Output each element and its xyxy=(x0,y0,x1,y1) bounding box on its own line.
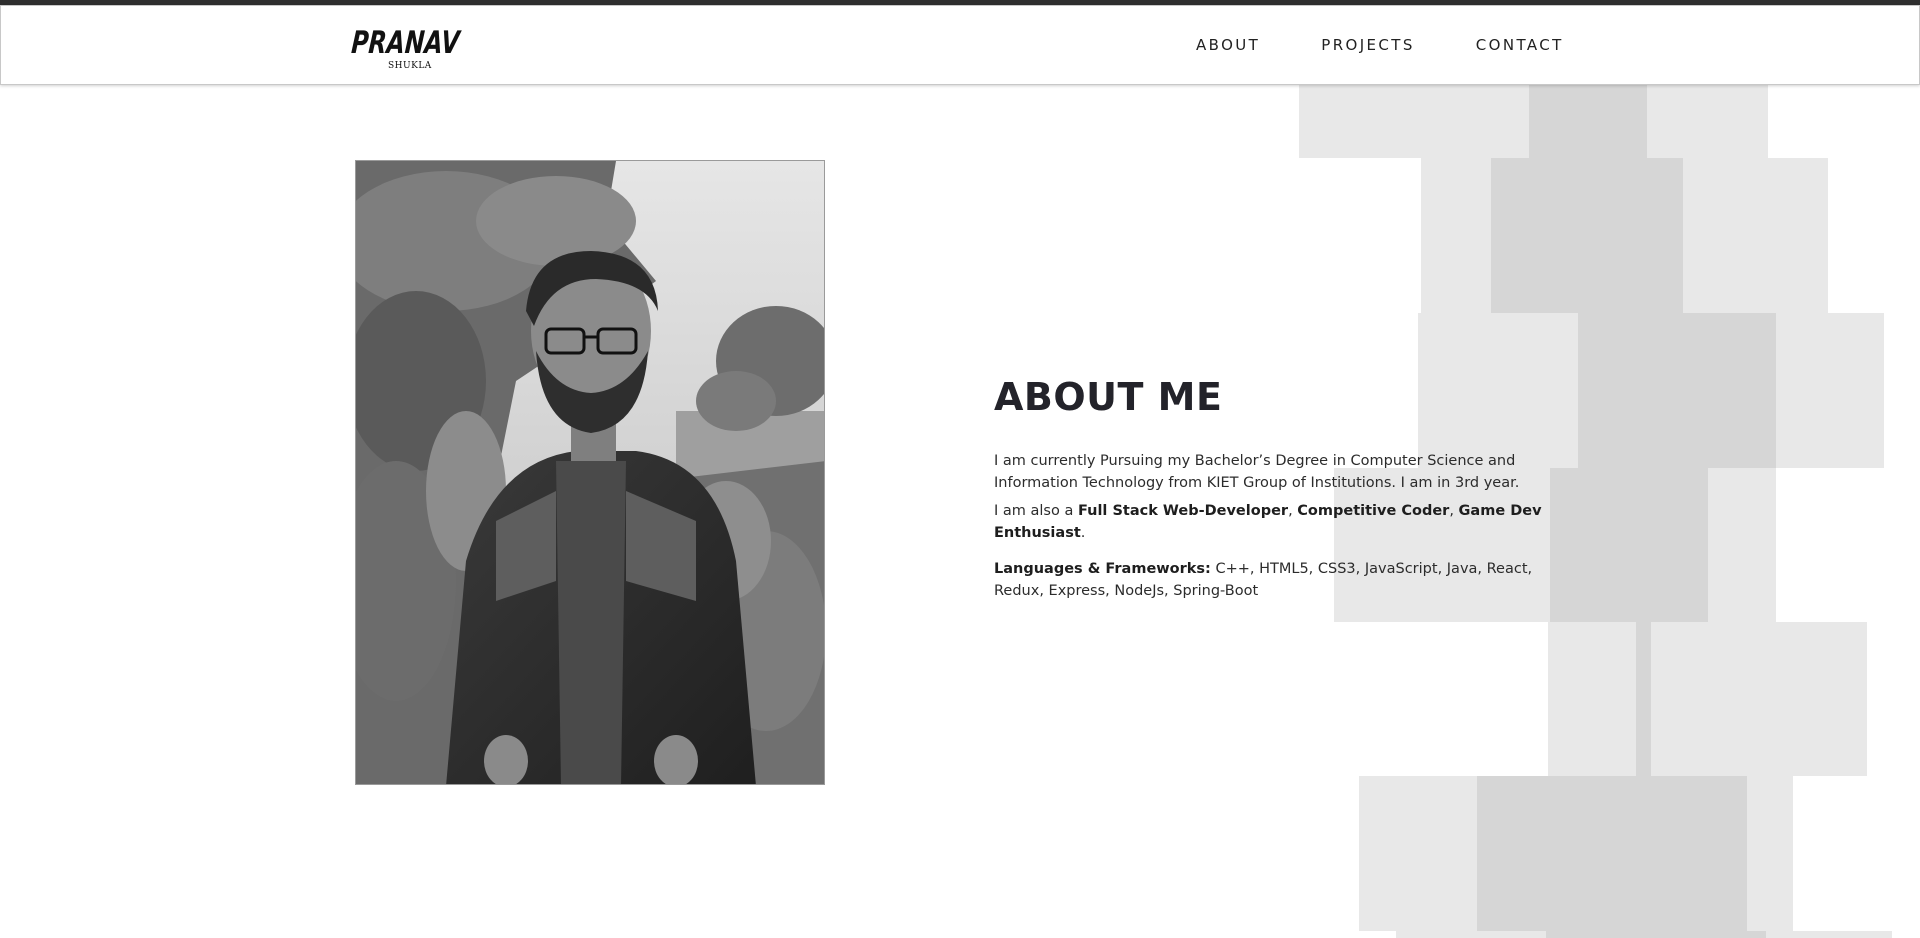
navbar: PRANAV SHUKLA ABOUT PROJECTS CONTACT xyxy=(0,5,1920,85)
decorative-background-blocks xyxy=(0,0,1920,938)
about-skills-paragraph: I am also a Full Stack Web-Developer, Co… xyxy=(994,500,1564,544)
nav-link-projects[interactable]: PROJECTS xyxy=(1321,36,1415,54)
about-heading: ABOUT ME xyxy=(994,375,1223,419)
logo-wordmark-icon: PRANAV SHUKLA xyxy=(351,25,463,71)
languages-label: Languages & Frameworks: xyxy=(994,561,1211,577)
svg-text:PRANAV: PRANAV xyxy=(351,25,463,61)
page: PRANAV SHUKLA ABOUT PROJECTS CONTACT ABO… xyxy=(0,0,1920,938)
profile-photo xyxy=(355,160,825,785)
skills-separator-2: , xyxy=(1449,503,1459,519)
about-section: ABOUT ME I am currently Pursuing my Bach… xyxy=(994,370,1564,602)
skill-full-stack: Full Stack Web-Developer xyxy=(1077,503,1289,519)
brand-logo[interactable]: PRANAV SHUKLA xyxy=(351,20,466,72)
nav-link-contact[interactable]: CONTACT xyxy=(1476,36,1564,54)
nav-link-about[interactable]: ABOUT xyxy=(1196,36,1260,54)
skill-competitive-coder: Competitive Coder xyxy=(1297,503,1450,519)
svg-text:SHUKLA: SHUKLA xyxy=(388,61,432,71)
about-intro-paragraph: I am currently Pursuing my Bachelor’s De… xyxy=(994,453,1520,491)
skills-suffix: . xyxy=(1080,525,1086,541)
languages-paragraph: Languages & Frameworks: C++, HTML5, CSS3… xyxy=(994,558,1564,602)
skills-separator-1: , xyxy=(1288,503,1298,519)
skills-prefix: I am also a xyxy=(994,503,1078,519)
nav-menu: ABOUT PROJECTS CONTACT xyxy=(1196,6,1564,84)
